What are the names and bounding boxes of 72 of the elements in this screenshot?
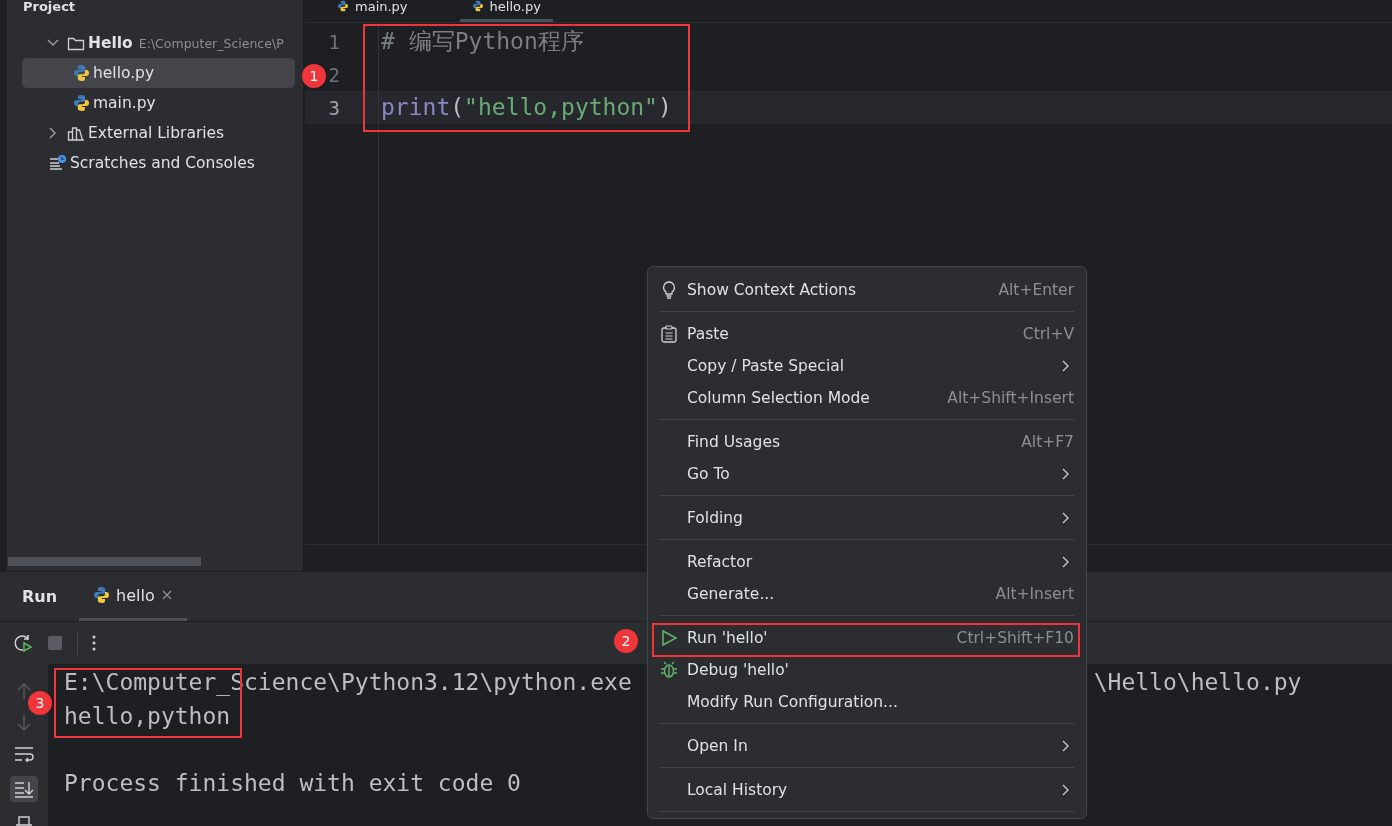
scratch-file-icon [49, 155, 67, 171]
chevron-right-icon [1061, 360, 1070, 372]
menu-item[interactable]: Run 'hello' Ctrl+Shift+F10 [660, 622, 1074, 654]
chevron-right-icon [1061, 556, 1070, 568]
folder-icon [67, 35, 85, 51]
chevron-right-icon [1061, 740, 1070, 752]
menu-item[interactable]: Copy / Paste Special [660, 350, 1074, 382]
more-icon[interactable] [92, 635, 96, 651]
folder-path: E:\Computer_Science\P [138, 35, 284, 51]
code-line: # 编写Python程序 [380, 27, 585, 56]
shortcut-text: Alt+Shift+Insert [947, 389, 1074, 407]
menu-item[interactable]: Find Usages Alt+F7 [660, 426, 1074, 458]
python-file-icon [73, 94, 90, 112]
bug-icon [660, 661, 678, 679]
tab-label: hello [116, 585, 155, 605]
menu-item[interactable]: Folding [660, 502, 1074, 534]
tree-item[interactable]: External Libraries [22, 118, 295, 148]
menu-item[interactable]: Generate... Alt+Insert [660, 578, 1074, 610]
menu-item[interactable]: Debug 'hello' [660, 654, 1074, 686]
shortcut-text: Ctrl+Shift+F10 [956, 629, 1074, 647]
console-text: Process finished with exit code 0 [64, 768, 521, 798]
shortcut-text: Alt+Enter [998, 281, 1074, 299]
menu-item[interactable]: Paste Ctrl+V [660, 318, 1074, 350]
scroll-to-end-button[interactable] [10, 776, 38, 802]
line-number: 3 [328, 96, 340, 119]
rerun-icon[interactable] [13, 633, 33, 653]
scrollbar[interactable] [8, 557, 201, 566]
menu-item[interactable]: Open In [660, 730, 1074, 762]
panel-title: Run [22, 587, 58, 606]
shortcut-text: Ctrl+V [1022, 325, 1074, 343]
chevron-right-icon [1061, 784, 1070, 796]
clipboard-icon [660, 325, 678, 343]
up-arrow-icon[interactable] [17, 682, 31, 700]
shortcut-text: Alt+Insert [995, 585, 1074, 603]
python-file-icon [73, 64, 90, 82]
item-label: Scratches and Consoles [70, 154, 255, 172]
line-number: 1 [328, 30, 340, 53]
menu-item[interactable]: Go To [660, 458, 1074, 490]
tab-label: main.py [355, 0, 408, 13]
lightbulb-icon [660, 281, 678, 299]
console-text: hello,python [64, 701, 231, 731]
menu-item[interactable]: Column Selection Mode Alt+Shift+Insert [660, 382, 1074, 414]
close-icon [160, 589, 173, 601]
menu-item[interactable]: Refactor [660, 546, 1074, 578]
item-label: External Libraries [88, 124, 225, 142]
editor-tab[interactable]: hello.py [459, 0, 553, 22]
run-tab[interactable]: hello [79, 572, 187, 621]
run-icon [660, 629, 678, 647]
item-label: main.py [93, 94, 156, 112]
printer-icon[interactable] [15, 816, 33, 826]
item-label: hello.py [93, 64, 155, 82]
chevron-right-icon [1061, 468, 1070, 480]
tree-item[interactable]: Scratches and Consoles [22, 148, 295, 178]
menu-item[interactable]: Local History [660, 774, 1074, 806]
line-number: 2 [328, 63, 340, 86]
python-file-icon [471, 0, 484, 12]
console-text: \Hello\hello.py [1093, 668, 1302, 697]
library-icon [67, 125, 85, 141]
menu-item[interactable]: Modify Run Configuration... [660, 686, 1074, 718]
python-file-icon [337, 0, 349, 12]
shortcut-text: Alt+F7 [1021, 433, 1074, 451]
python-file-icon [93, 586, 111, 604]
editor-tab[interactable]: main.py [325, 0, 420, 22]
tree-item[interactable]: main.py [22, 88, 295, 118]
tab-label: hello.py [489, 0, 541, 13]
item-label: Hello [88, 34, 133, 52]
chevron-right-icon [1061, 512, 1070, 524]
tree-item[interactable]: hello.py [22, 58, 295, 88]
menu-item[interactable]: Show Context Actions Alt+Enter [660, 274, 1074, 306]
soft-wrap-icon[interactable] [14, 746, 34, 762]
tree-item[interactable]: Hello E:\Computer_Science\P [22, 28, 295, 58]
panel-title: Project [23, 0, 76, 13]
